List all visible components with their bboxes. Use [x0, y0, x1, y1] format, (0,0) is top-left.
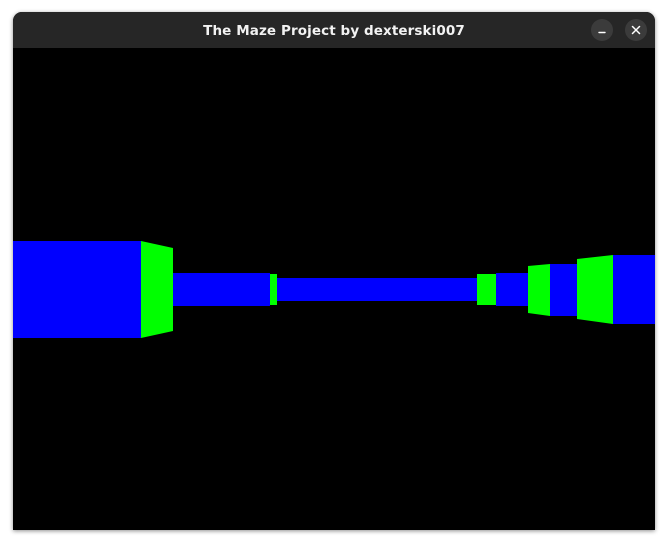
close-button[interactable] [625, 19, 647, 41]
game-viewport[interactable] [13, 48, 655, 530]
wall-segment-blue [613, 255, 655, 324]
wall-segment-green [477, 274, 496, 305]
close-icon [631, 25, 641, 35]
app-window: The Maze Project by dexterski007 [13, 12, 655, 530]
wall-segment-green [577, 255, 613, 324]
wall-segment-green [528, 264, 550, 316]
wall-segment-blue [173, 273, 270, 306]
wall-segment-green [141, 241, 173, 338]
window-title: The Maze Project by dexterski007 [203, 22, 465, 39]
wall-segment-blue [13, 241, 141, 338]
minimize-button[interactable] [591, 19, 613, 41]
wall-segment-green [270, 274, 277, 305]
title-bar[interactable]: The Maze Project by dexterski007 [13, 12, 655, 48]
minimize-icon [598, 31, 606, 34]
wall-segment-blue [550, 264, 577, 316]
wall-segment-blue [277, 278, 477, 301]
raycast-render [13, 48, 655, 530]
wall-segment-blue [496, 273, 528, 306]
